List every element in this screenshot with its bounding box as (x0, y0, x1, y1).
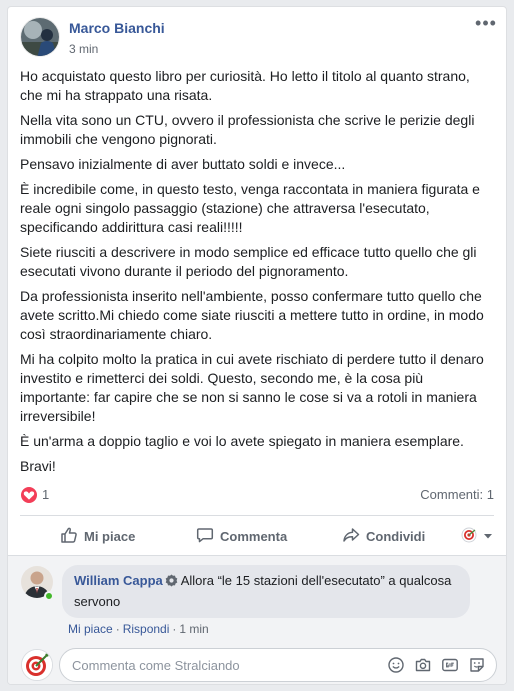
post-as-selector[interactable] (461, 519, 493, 553)
gif-icon[interactable] (441, 656, 459, 674)
comment-input[interactable] (72, 649, 372, 681)
camera-icon[interactable] (414, 656, 432, 674)
comment-author-name[interactable]: William Cappa (74, 573, 163, 588)
love-reaction-icon[interactable] (20, 486, 38, 504)
thumbs-up-icon (60, 526, 78, 547)
reactions-count[interactable]: 1 (42, 487, 49, 502)
post-paragraph: Pensavo inizialmente di aver buttato sol… (20, 156, 346, 172)
post-text: Ho acquistato questo libro per curiosità… (20, 67, 496, 482)
divider (20, 515, 494, 516)
online-status-dot (44, 591, 54, 601)
like-button[interactable]: Mi piace (60, 519, 135, 553)
separator: · (172, 622, 177, 636)
comment-label: Commenta (220, 528, 288, 544)
separator: · (115, 622, 120, 636)
page-avatar[interactable] (21, 649, 53, 681)
post-paragraph: Siete riusciti a descrivere in modo semp… (20, 244, 477, 279)
verified-badge-icon (165, 573, 178, 592)
caret-down-icon (483, 529, 493, 544)
more-options-icon[interactable]: ••• (474, 14, 498, 37)
comment-like-link[interactable]: Mi piace (68, 622, 113, 636)
post-paragraph: Mi ha colpito molto la pratica in cui av… (20, 351, 484, 424)
comment-bubble: William Cappa Allora “le 15 stazioni dell… (62, 565, 470, 618)
post-paragraph: Bravi! (20, 458, 56, 474)
emoji-icon[interactable] (387, 656, 405, 674)
comments-section: William Cappa Allora “le 15 stazioni dell… (8, 556, 506, 684)
post-paragraph: È incredibile come, in questo testo, ven… (20, 181, 480, 235)
share-label: Condividi (366, 528, 426, 544)
comment-button[interactable]: Commenta (196, 519, 287, 553)
target-logo-icon (461, 527, 477, 546)
composer-icons (387, 656, 486, 674)
post-stats: 1 Commenti: 1 (20, 485, 494, 507)
post-header: Marco Bianchi 3 min ••• (20, 14, 496, 59)
post-timestamp[interactable]: 3 min (69, 42, 98, 56)
post-card: Marco Bianchi 3 min ••• Ho acquistato qu… (7, 6, 507, 685)
author-avatar[interactable] (20, 17, 60, 57)
comment-timestamp[interactable]: 1 min (179, 622, 208, 636)
post-paragraph: È un'arma a doppio taglio e voi lo avete… (20, 433, 464, 449)
post-paragraph: Da professionista inserito nell'ambiente… (20, 288, 484, 342)
post-paragraph: Nella vita sono un CTU, ovvero il profes… (20, 112, 475, 147)
post-actions-bar: Mi piace Commenta Condividi (20, 519, 494, 553)
speech-bubble-icon (196, 526, 214, 547)
comments-count-link[interactable]: Commenti: 1 (420, 487, 494, 502)
post-author-name[interactable]: Marco Bianchi (69, 20, 165, 36)
like-label: Mi piace (84, 528, 136, 544)
comment-reply-link[interactable]: Rispondi (123, 622, 170, 636)
post-paragraph: Ho acquistato questo libro per curiosità… (20, 68, 470, 103)
share-arrow-icon (342, 526, 360, 547)
comment-composer (59, 648, 497, 682)
comment-actions: Mi piace · Rispondi · 1 min (68, 622, 209, 636)
sticker-icon[interactable] (468, 656, 486, 674)
share-button[interactable]: Condividi (342, 519, 425, 553)
